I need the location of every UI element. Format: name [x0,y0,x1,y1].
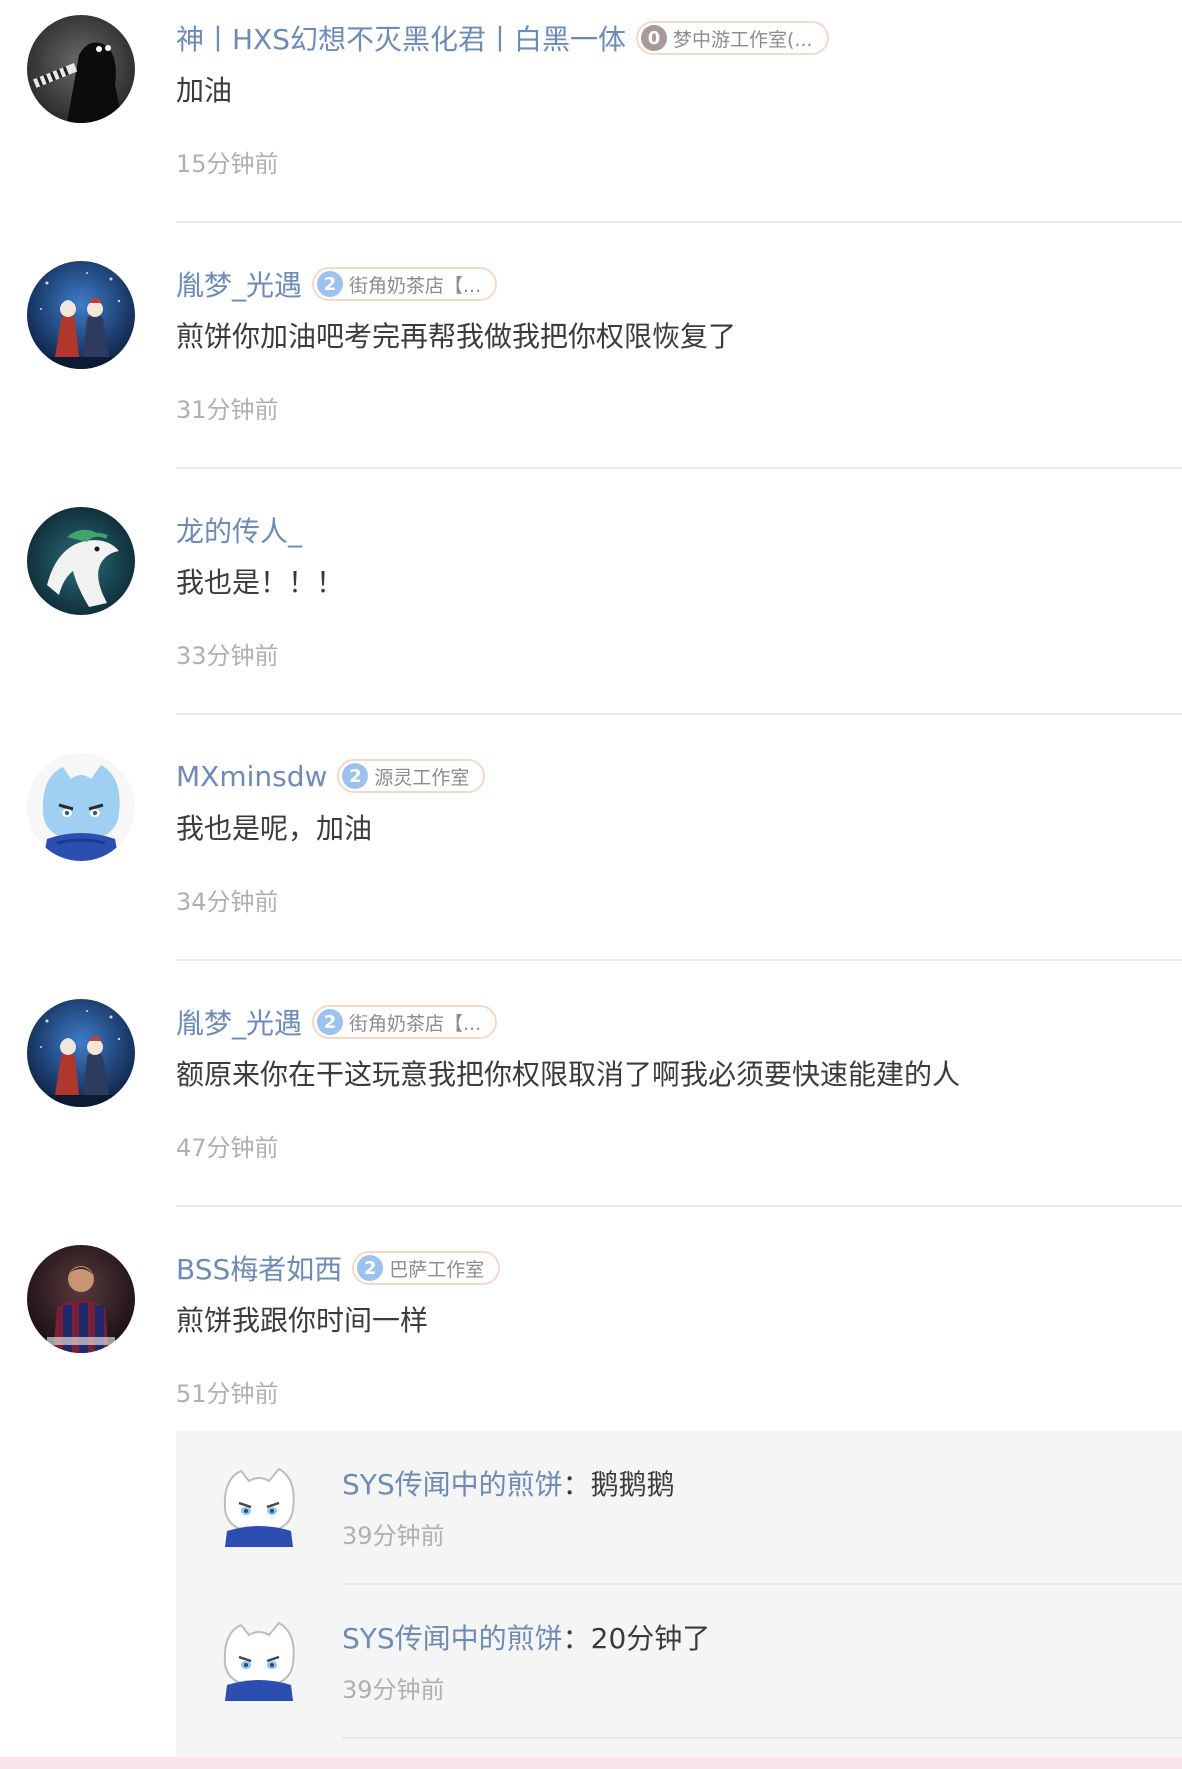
reply-text: 20分钟了 [590,1622,711,1655]
divider [342,1737,1182,1739]
studio-badge[interactable]: 2 源灵工作室 [337,759,486,793]
level-badge: 0 [641,25,668,51]
studio-badge[interactable]: 2 巴萨工作室 [352,1251,501,1285]
sky-children-avatar-icon [27,261,135,369]
divider [176,467,1182,469]
reply-item: SYS传闻中的煎饼：鹅鹅鹅 39分钟前 [176,1431,1182,1585]
white-dragon-avatar-icon [27,507,135,615]
avatar[interactable] [27,507,135,615]
soccer-player-avatar-icon [27,1245,135,1353]
comment-text: 煎饼我跟你时间一样 [176,1304,429,1337]
reply-time: 39分钟前 [342,1522,445,1550]
reply-username-link[interactable]: SYS传闻中的煎饼 [342,1622,563,1655]
username-link[interactable]: 神丨HXS幻想不灭黑化君丨白黑一体 [176,18,626,58]
studio-badge[interactable]: 0 梦中游工作室(... [636,21,829,55]
divider [176,1205,1182,1207]
comment-time: 34分钟前 [176,888,279,916]
comment-time: 51分钟前 [176,1380,279,1408]
comment-header: 胤梦_光遇 2 街角奶茶店【... [176,262,498,306]
username-link[interactable]: BSS梅者如西 [176,1248,342,1288]
avatar[interactable] [213,1459,305,1551]
studio-badge[interactable]: 2 街角奶茶店【... [312,267,498,301]
comment-text: 我也是！！！ [176,566,345,599]
reply-text: 鹅鹅鹅 [590,1468,675,1501]
avatar[interactable] [27,753,135,861]
blue-character-avatar-icon [27,753,135,861]
avatar[interactable] [27,261,135,369]
username-link[interactable]: 龙的传人_ [176,510,302,550]
studio-name: 梦中游工作室(... [673,28,813,51]
comment-item: 胤梦_光遇 2 街角奶茶店【... 煎饼你加油吧考完再帮我做我把你权限恢复了 3… [0,246,1182,492]
reply-line: SYS传闻中的煎饼：鹅鹅鹅 [342,1463,675,1503]
divider [176,713,1182,715]
comment-text: 加油 [176,74,233,107]
comment-item: 胤梦_光遇 2 街角奶茶店【... 额原来你在干这玩意我把你权限取消了啊我必须要… [0,984,1182,1230]
level-badge: 2 [317,1009,344,1035]
avatar[interactable] [27,1245,135,1353]
comment-text: 煎饼你加油吧考完再帮我做我把你权限恢复了 [176,320,737,353]
username-link[interactable]: 胤梦_光遇 [176,1002,302,1042]
white-character-avatar-icon [223,1621,295,1701]
divider [176,221,1182,223]
level-badge: 2 [317,271,344,297]
reply-line: SYS传闻中的煎饼：20分钟了 [342,1617,710,1657]
level-badge: 2 [342,763,369,789]
reply-item: SYS传闻中的煎饼：20分钟了 39分钟前 [176,1585,1182,1739]
comment-item: 龙的传人_ 我也是！！！ 33分钟前 [0,492,1182,738]
comment-item: 神丨HXS幻想不灭黑化君丨白黑一体 0 梦中游工作室(... 加油 15分钟前 [0,0,1182,246]
studio-name: 街角奶茶店【... [349,274,482,297]
level-badge: 2 [357,1255,384,1281]
reply-colon: ： [562,1468,591,1501]
avatar[interactable] [27,999,135,1107]
comment-time: 15分钟前 [176,150,279,178]
comment-header: 胤梦_光遇 2 街角奶茶店【... [176,1000,498,1044]
reply-time: 39分钟前 [342,1676,445,1704]
white-character-avatar-icon [223,1467,295,1547]
comment-time: 31分钟前 [176,396,279,424]
comment-header: MXminsdw 2 源灵工作室 [176,754,486,798]
comment-item: MXminsdw 2 源灵工作室 我也是呢，加油 34分钟前 [0,738,1182,984]
username-link[interactable]: 胤梦_光遇 [176,264,302,304]
username-link[interactable]: MXminsdw [176,760,327,793]
comment-text: 额原来你在干这玩意我把你权限取消了啊我必须要快速能建的人 [176,1058,961,1091]
avatar[interactable] [213,1613,305,1705]
studio-badge[interactable]: 2 街角奶茶店【... [312,1005,498,1039]
studio-name: 源灵工作室 [374,766,470,789]
comment-header: 神丨HXS幻想不灭黑化君丨白黑一体 0 梦中游工作室(... [176,16,829,60]
comment-text: 我也是呢，加油 [176,812,373,845]
bottom-bar [0,1757,1182,1769]
comment-header: BSS梅者如西 2 巴萨工作室 [176,1246,501,1290]
studio-name: 街角奶茶店【... [349,1012,482,1035]
reply-username-link[interactable]: SYS传闻中的煎饼 [342,1468,563,1501]
shadow-creature-avatar-icon [27,15,135,123]
comment-header: 龙的传人_ [176,508,302,552]
comment-time: 33分钟前 [176,642,279,670]
divider [176,959,1182,961]
reply-colon: ： [562,1622,591,1655]
sky-children-avatar-icon [27,999,135,1107]
comment-time: 47分钟前 [176,1134,279,1162]
studio-name: 巴萨工作室 [389,1258,485,1281]
avatar[interactable] [27,15,135,123]
reply-thread: SYS传闻中的煎饼：鹅鹅鹅 39分钟前 SYS传闻中的煎饼：20分钟了 39分钟… [176,1431,1182,1757]
